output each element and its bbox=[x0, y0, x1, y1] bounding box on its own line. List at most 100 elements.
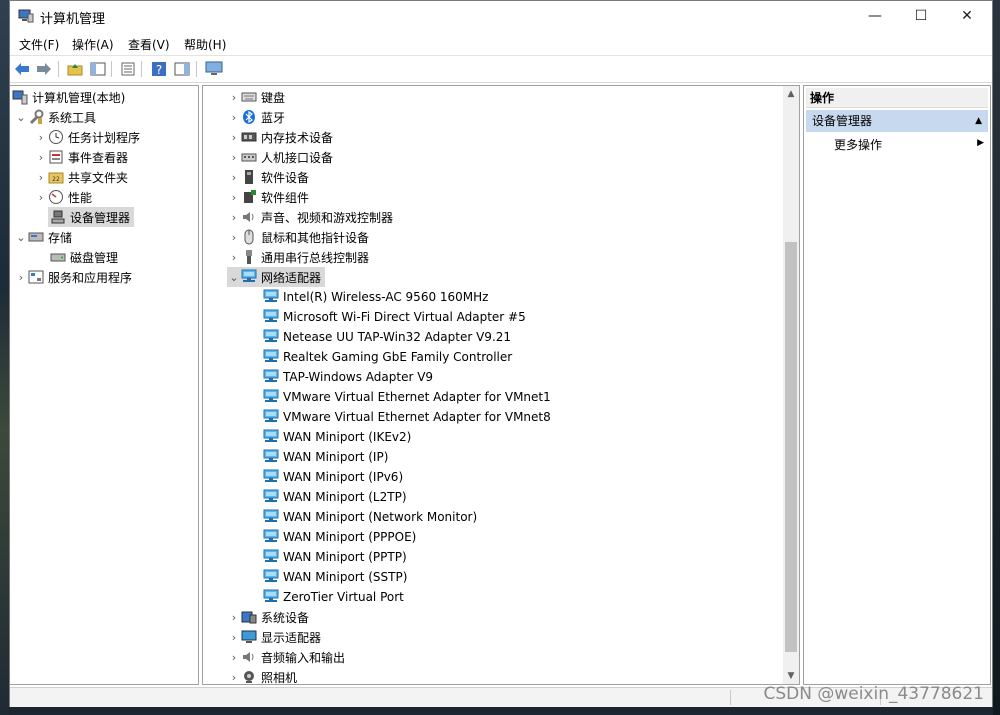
tree-item-performance[interactable]: › 性能 bbox=[34, 187, 92, 207]
tree-item-task-scheduler[interactable]: › 任务计划程序 bbox=[34, 127, 140, 147]
device-category-network-adapters[interactable]: ⌄ 网络适配器 bbox=[227, 267, 326, 287]
device-category[interactable]: › 蓝牙 bbox=[227, 107, 285, 127]
menu-help[interactable]: 帮助(H) bbox=[184, 36, 226, 53]
chevron-right-icon[interactable]: › bbox=[34, 171, 48, 184]
chevron-right-icon[interactable]: › bbox=[227, 171, 241, 184]
network-adapter-item[interactable]: TAP-Windows Adapter V9 bbox=[263, 367, 433, 387]
chevron-right-icon[interactable]: › bbox=[227, 671, 241, 684]
network-adapter-item[interactable]: WAN Miniport (L2TP) bbox=[263, 487, 407, 507]
device-category[interactable]: › 鼠标和其他指针设备 bbox=[227, 227, 369, 247]
device-category[interactable]: › 系统设备 bbox=[227, 607, 309, 627]
chevron-right-icon[interactable]: › bbox=[227, 131, 241, 144]
forward-button[interactable] bbox=[35, 60, 53, 78]
scroll-down-icon[interactable]: ▼ bbox=[783, 668, 799, 684]
device-category[interactable]: › 人机接口设备 bbox=[227, 147, 333, 167]
device-category[interactable]: › 内存技术设备 bbox=[227, 127, 333, 147]
chevron-right-icon[interactable]: › bbox=[227, 151, 241, 164]
device-category[interactable]: › 音频输入和输出 bbox=[227, 647, 345, 667]
console-tree-icon bbox=[90, 62, 106, 76]
device-category-label: 蓝牙 bbox=[261, 110, 286, 125]
network-adapter-label: WAN Miniport (SSTP) bbox=[283, 570, 408, 584]
action-section-device-manager[interactable]: 设备管理器 ▲ bbox=[806, 110, 988, 132]
display-hidden-devices-button[interactable] bbox=[205, 60, 223, 78]
chevron-right-icon[interactable]: › bbox=[227, 651, 241, 664]
network-adapter-item[interactable]: WAN Miniport (IP) bbox=[263, 447, 388, 467]
collapse-up-icon[interactable]: ▲ bbox=[975, 110, 982, 132]
action-pane-header: 操作 bbox=[806, 88, 988, 108]
tree-label-root: 计算机管理(本地) bbox=[32, 90, 126, 105]
network-adapter-item[interactable]: VMware Virtual Ethernet Adapter for VMne… bbox=[263, 387, 551, 407]
network-adapter-item[interactable]: Intel(R) Wireless-AC 9560 160MHz bbox=[263, 287, 488, 307]
tree-item-device-manager[interactable]: 设备管理器 bbox=[48, 207, 135, 227]
chevron-right-icon[interactable]: › bbox=[227, 251, 241, 264]
device-category[interactable]: › 软件设备 bbox=[227, 167, 309, 187]
tree-item-services-apps[interactable]: › 服务和应用程序 bbox=[14, 267, 132, 287]
mouse-icon bbox=[241, 229, 257, 245]
tree-item-shared-folders[interactable]: › 22 共享文件夹 bbox=[34, 167, 128, 187]
maximize-button[interactable]: ☐ bbox=[898, 1, 944, 31]
network-adapter-item[interactable]: WAN Miniport (PPTP) bbox=[263, 547, 407, 567]
network-adapter-icon bbox=[263, 369, 279, 385]
storage-icon bbox=[28, 229, 44, 245]
tree-item-system-tools[interactable]: ⌄ 系统工具 bbox=[14, 107, 96, 127]
tree-item-event-viewer[interactable]: › 事件查看器 bbox=[34, 147, 128, 167]
usb-icon bbox=[241, 249, 257, 265]
chevron-right-icon[interactable]: › bbox=[227, 231, 241, 244]
network-adapter-label: Microsoft Wi-Fi Direct Virtual Adapter #… bbox=[283, 310, 526, 324]
network-adapter-item[interactable]: Microsoft Wi-Fi Direct Virtual Adapter #… bbox=[263, 307, 526, 327]
network-adapter-item[interactable]: WAN Miniport (PPPOE) bbox=[263, 527, 416, 547]
tree-item-storage[interactable]: ⌄ 存储 bbox=[14, 227, 72, 247]
chevron-right-icon[interactable]: › bbox=[34, 131, 48, 144]
network-adapter-item[interactable]: WAN Miniport (Network Monitor) bbox=[263, 507, 477, 527]
help-button[interactable]: ? bbox=[150, 60, 168, 78]
device-category[interactable]: › 照相机 bbox=[227, 667, 297, 685]
network-adapter-item[interactable]: WAN Miniport (SSTP) bbox=[263, 567, 407, 587]
chevron-down-icon[interactable]: ⌄ bbox=[14, 231, 28, 244]
help-icon: ? bbox=[152, 62, 166, 77]
close-button[interactable]: ✕ bbox=[944, 1, 990, 31]
network-adapter-item[interactable]: WAN Miniport (IKEv2) bbox=[263, 427, 411, 447]
minimize-button[interactable]: — bbox=[852, 1, 898, 31]
properties-button[interactable] bbox=[119, 60, 137, 78]
vertical-scrollbar[interactable]: ▲ ▼ bbox=[783, 86, 799, 684]
scroll-up-icon[interactable]: ▲ bbox=[783, 86, 799, 102]
network-adapter-label: WAN Miniport (IKEv2) bbox=[283, 430, 412, 444]
device-category-label: 照相机 bbox=[261, 670, 298, 685]
more-actions-item[interactable]: 更多操作 bbox=[834, 136, 882, 153]
tree-item-disk-management[interactable]: 磁盘管理 bbox=[48, 247, 118, 267]
network-adapter-item[interactable]: WAN Miniport (IPv6) bbox=[263, 467, 403, 487]
network-adapter-item[interactable]: Netease UU TAP-Win32 Adapter V9.21 bbox=[263, 327, 511, 347]
network-adapter-item[interactable]: VMware Virtual Ethernet Adapter for VMne… bbox=[263, 407, 551, 427]
chevron-right-icon[interactable]: › bbox=[227, 211, 241, 224]
chevron-right-icon[interactable]: › bbox=[34, 151, 48, 164]
chevron-right-icon[interactable]: › bbox=[227, 611, 241, 624]
chevron-right-icon[interactable]: › bbox=[227, 191, 241, 204]
chevron-right-icon[interactable]: › bbox=[14, 271, 28, 284]
tree-item-root[interactable]: 计算机管理(本地) bbox=[12, 87, 125, 107]
title-bar[interactable]: 计算机管理 — ☐ ✕ bbox=[10, 1, 992, 31]
network-adapter-label: ZeroTier Virtual Port bbox=[283, 590, 404, 604]
device-category[interactable]: › 软件组件 bbox=[227, 187, 309, 207]
device-category[interactable]: › 通用串行总线控制器 bbox=[227, 247, 369, 267]
chevron-right-icon[interactable]: › bbox=[227, 111, 241, 124]
network-adapter-item[interactable]: ZeroTier Virtual Port bbox=[263, 587, 404, 607]
chevron-right-icon[interactable]: › bbox=[227, 91, 241, 104]
network-adapter-label: VMware Virtual Ethernet Adapter for VMne… bbox=[283, 390, 551, 404]
network-adapter-item[interactable]: Realtek Gaming GbE Family Controller bbox=[263, 347, 512, 367]
device-category[interactable]: › 显示适配器 bbox=[227, 627, 321, 647]
chevron-down-icon[interactable]: ⌄ bbox=[14, 111, 28, 124]
scrollbar-thumb[interactable] bbox=[785, 242, 797, 652]
show-action-pane-button[interactable] bbox=[173, 60, 191, 78]
chevron-right-icon[interactable]: › bbox=[227, 631, 241, 644]
show-hide-console-tree-button[interactable] bbox=[89, 60, 107, 78]
chevron-down-icon[interactable]: ⌄ bbox=[227, 271, 241, 284]
device-category[interactable]: › 声音、视频和游戏控制器 bbox=[227, 207, 393, 227]
menu-action[interactable]: 操作(A) bbox=[72, 36, 114, 53]
back-button[interactable] bbox=[13, 60, 31, 78]
chevron-right-icon[interactable]: › bbox=[34, 191, 48, 204]
device-category-label: 显示适配器 bbox=[261, 630, 322, 645]
menu-file[interactable]: 文件(F) bbox=[19, 36, 59, 53]
device-category[interactable]: › 键盘 bbox=[227, 87, 285, 107]
up-one-level-button[interactable] bbox=[66, 60, 84, 78]
menu-view[interactable]: 查看(V) bbox=[128, 36, 170, 53]
